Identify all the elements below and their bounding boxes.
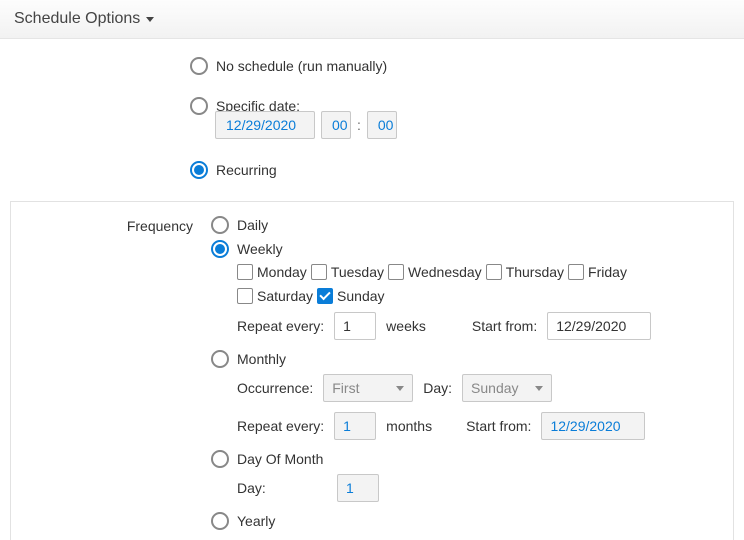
frequency-daily-option[interactable]: Daily <box>211 216 723 234</box>
monthly-settings: Occurrence: First Day: Sunday Repeat eve… <box>237 374 723 440</box>
day-friday-checkbox[interactable]: Friday <box>568 264 627 280</box>
specific-date-inputs: 12/29/2020 00 : 00 <box>215 111 744 139</box>
checkbox-icon <box>568 264 584 280</box>
dom-day-input[interactable]: 1 <box>337 474 379 502</box>
frequency-yearly-option[interactable]: Yearly <box>211 512 723 530</box>
recurring-option[interactable]: Recurring <box>190 161 744 179</box>
weekly-repeat-unit: weeks <box>386 318 426 334</box>
chevron-down-icon <box>146 17 154 22</box>
day-wednesday-checkbox[interactable]: Wednesday <box>388 264 482 280</box>
monthly-start-label: Start from: <box>466 418 531 434</box>
checkbox-icon <box>388 264 404 280</box>
frequency-monthly-option[interactable]: Monthly <box>211 350 723 368</box>
radio-icon <box>211 216 229 234</box>
day-tuesday-checkbox[interactable]: Tuesday <box>311 264 384 280</box>
schedule-type-section: No schedule (run manually) Specific date… <box>0 39 744 179</box>
monthly-day-label: Day: <box>423 380 452 396</box>
frequency-weekly-option[interactable]: Weekly <box>211 240 723 258</box>
radio-icon <box>211 512 229 530</box>
radio-icon <box>211 240 229 258</box>
specific-date-input[interactable]: 12/29/2020 <box>215 111 315 139</box>
radio-icon <box>190 161 208 179</box>
checkbox-icon <box>486 264 502 280</box>
monthly-label: Monthly <box>237 351 286 367</box>
monthly-day-select[interactable]: Sunday <box>462 374 552 402</box>
specific-hour-input[interactable]: 00 <box>321 111 351 139</box>
day-of-month-label: Day Of Month <box>237 451 323 467</box>
frequency-label: Frequency <box>11 216 211 234</box>
header-title: Schedule Options <box>14 10 140 28</box>
radio-icon <box>190 97 208 115</box>
weekly-label: Weekly <box>237 241 283 257</box>
dom-day-label: Day: <box>237 480 327 496</box>
chevron-down-icon <box>396 386 404 391</box>
radio-icon <box>190 57 208 75</box>
no-schedule-option[interactable]: No schedule (run manually) <box>190 57 744 75</box>
monthly-start-input[interactable]: 12/29/2020 <box>541 412 645 440</box>
radio-icon <box>211 350 229 368</box>
daily-label: Daily <box>237 217 268 233</box>
monthly-occurrence-select[interactable]: First <box>323 374 413 402</box>
radio-icon <box>211 450 229 468</box>
checkbox-icon <box>237 288 253 304</box>
monthly-occurrence-label: Occurrence: <box>237 380 313 396</box>
yearly-label: Yearly <box>237 513 275 529</box>
recurring-label: Recurring <box>216 162 277 178</box>
chevron-down-icon <box>535 386 543 391</box>
day-sunday-checkbox[interactable]: Sunday <box>317 288 384 304</box>
monthly-repeat-input[interactable]: 1 <box>334 412 376 440</box>
weekly-settings: Monday Tuesday Wednesday Thursday Friday… <box>237 264 723 340</box>
frequency-day-of-month-option[interactable]: Day Of Month <box>211 450 723 468</box>
checkbox-icon <box>317 288 333 304</box>
day-thursday-checkbox[interactable]: Thursday <box>486 264 564 280</box>
monthly-repeat-label: Repeat every: <box>237 418 324 434</box>
weekly-repeat-input[interactable]: 1 <box>334 312 376 340</box>
checkbox-icon <box>311 264 327 280</box>
weekly-start-input[interactable]: 12/29/2020 <box>547 312 651 340</box>
schedule-options-dropdown[interactable]: Schedule Options <box>0 0 744 39</box>
no-schedule-label: No schedule (run manually) <box>216 58 387 74</box>
checkbox-icon <box>237 264 253 280</box>
day-monday-checkbox[interactable]: Monday <box>237 264 307 280</box>
recurring-panel: Frequency Daily Weekly Monday Tuesday We… <box>10 201 734 540</box>
time-colon: : <box>357 117 361 133</box>
weekly-start-label: Start from: <box>472 318 537 334</box>
day-of-month-settings: Day: 1 <box>237 474 723 502</box>
specific-minute-input[interactable]: 00 <box>367 111 397 139</box>
monthly-repeat-unit: months <box>386 418 432 434</box>
day-saturday-checkbox[interactable]: Saturday <box>237 288 313 304</box>
weekly-repeat-label: Repeat every: <box>237 318 324 334</box>
